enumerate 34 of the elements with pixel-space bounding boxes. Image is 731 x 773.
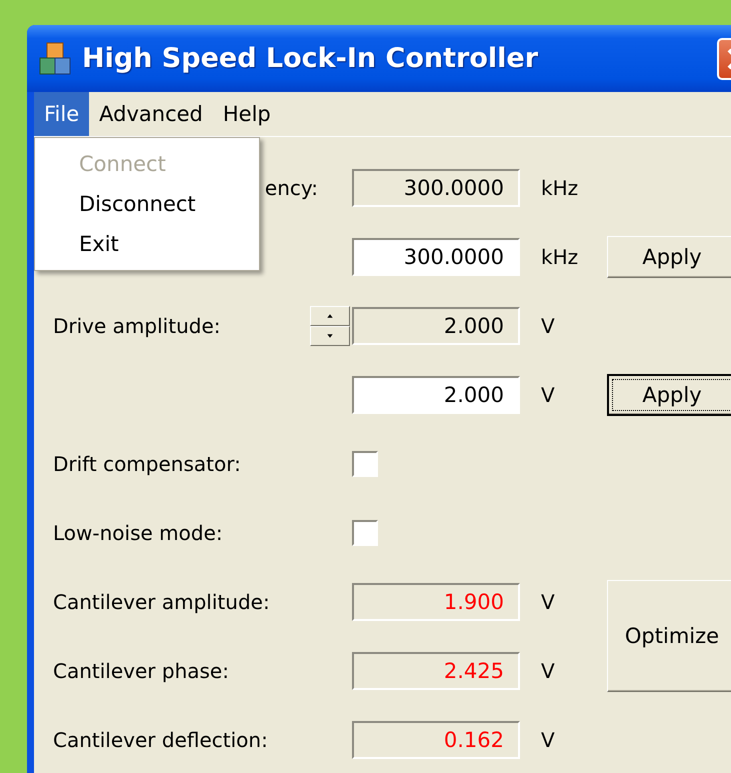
apply-button[interactable]: Apply xyxy=(607,236,731,278)
unit-label: kHz xyxy=(541,244,580,268)
input-field[interactable]: 300.0000 xyxy=(352,238,520,276)
optimize-button[interactable]: Optimize xyxy=(607,580,731,692)
menu-item[interactable]: Help xyxy=(212,92,281,136)
field-label: Cantilever deflection: xyxy=(53,728,269,752)
checkbox[interactable] xyxy=(352,520,378,546)
field-label: Drift compensator: xyxy=(53,452,242,476)
unit-label: V xyxy=(541,658,556,682)
field-label: ency: xyxy=(264,176,318,200)
input-field[interactable]: 2.000 xyxy=(352,376,520,414)
unit-label: kHz xyxy=(541,176,580,200)
field-label: Drive amplitude: xyxy=(53,314,222,338)
readout-field: 2.000 xyxy=(352,306,520,344)
menu-item[interactable]: Advanced xyxy=(89,92,213,136)
unit-label: V xyxy=(541,590,556,614)
checkbox[interactable] xyxy=(352,450,378,476)
readout-field: 0.162 xyxy=(352,720,520,758)
menu-option[interactable]: Exit xyxy=(35,224,259,264)
field-label: Cantilever phase: xyxy=(53,658,230,682)
readout-field: 1.900 xyxy=(352,582,520,620)
menu-item[interactable]: File xyxy=(34,92,90,136)
field-label: Cantilever amplitude: xyxy=(53,590,271,614)
unit-label: V xyxy=(541,728,556,752)
field-label: Low-noise mode: xyxy=(53,520,224,544)
menu-option[interactable]: Disconnect xyxy=(35,184,259,224)
app-icon xyxy=(38,42,72,76)
spin-buttons[interactable] xyxy=(310,306,350,346)
apply-button[interactable]: Apply xyxy=(607,374,731,416)
unit-label: V xyxy=(541,382,556,406)
readout-field: 2.425 xyxy=(352,652,520,690)
unit-label: V xyxy=(541,314,556,338)
window-title: High Speed Lock-In Controller xyxy=(82,43,538,74)
readout-field: 300.0000 xyxy=(352,168,520,206)
